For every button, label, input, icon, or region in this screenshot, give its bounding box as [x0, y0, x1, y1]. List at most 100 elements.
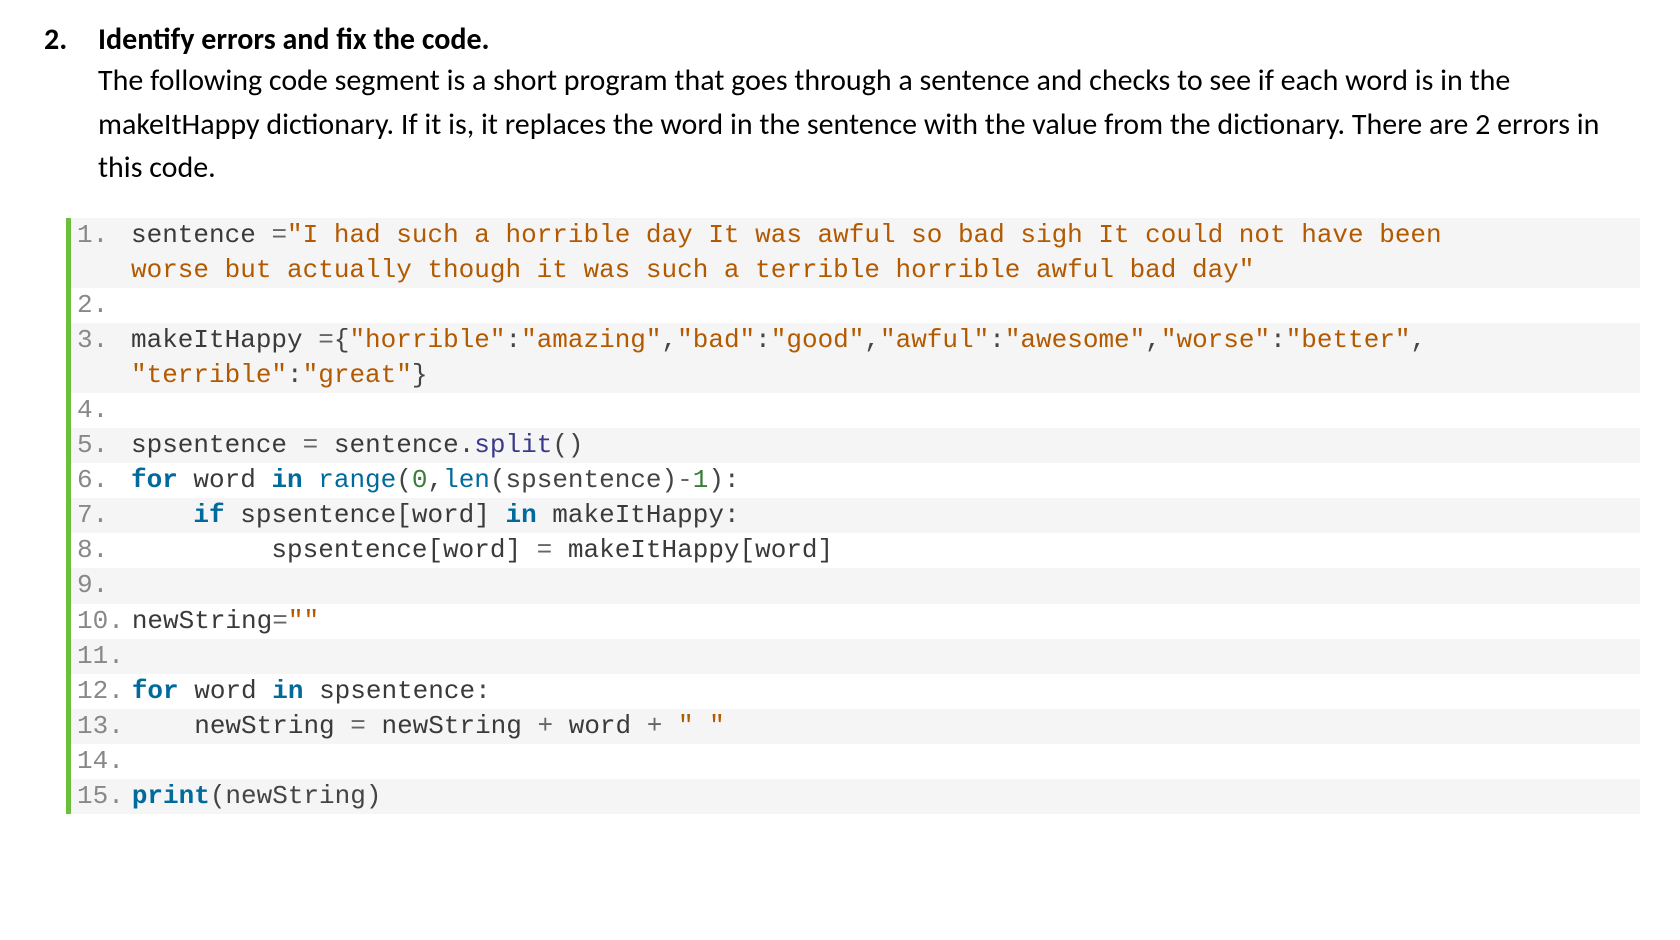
code-content: newString = newString + word + " ": [132, 709, 1640, 744]
code-token: "": [288, 606, 319, 636]
question-body: The following code segment is a short pr…: [98, 59, 1640, 190]
code-token: (: [396, 465, 412, 495]
code-content: spsentence[word] = makeItHappy[word]: [131, 533, 1640, 568]
line-number: 12.: [71, 674, 132, 709]
code-token: (spsentence): [490, 465, 677, 495]
code-token: if: [193, 500, 240, 530]
code-token: spsentence[word]: [131, 535, 537, 565]
code-token: =: [318, 325, 334, 355]
code-line: 1.sentence ="I had such a horrible day I…: [71, 218, 1640, 253]
code-content: [131, 393, 1640, 428]
code-token: spsentence[word]: [240, 500, 505, 530]
code-token: +: [538, 711, 569, 741]
code-token: print: [132, 781, 210, 811]
code-token: range: [318, 465, 396, 495]
line-number: 15.: [71, 779, 132, 814]
code-token: "great": [303, 360, 412, 390]
question-number: 2.: [40, 20, 98, 59]
code-content: worse but actually though it was such a …: [131, 253, 1640, 288]
code-line: 7. if spsentence[word] in makeItHappy:: [71, 498, 1640, 533]
line-number: 11.: [71, 639, 132, 674]
code-content: spsentence = sentence.split(): [131, 428, 1640, 463]
line-number: 4.: [71, 393, 131, 428]
code-token: in: [272, 676, 319, 706]
code-content: for word in range(0,len(spsentence)-1):: [131, 463, 1640, 498]
code-token: ,: [1145, 325, 1161, 355]
code-token: :: [724, 500, 740, 530]
code-line: 6.for word in range(0,len(spsentence)-1)…: [71, 463, 1640, 498]
code-token: [131, 395, 147, 425]
code-content: for word in spsentence:: [132, 674, 1640, 709]
code-token: "horrible": [349, 325, 505, 355]
line-number: 8.: [71, 533, 131, 568]
code-token: (newString): [210, 781, 382, 811]
code-token: "terrible": [131, 360, 287, 390]
code-token: len: [443, 465, 490, 495]
code-line: 9.: [71, 568, 1640, 603]
code-token: [131, 500, 193, 530]
code-token: ,: [1411, 325, 1427, 355]
code-token: in: [505, 500, 552, 530]
code-token: word: [194, 676, 272, 706]
code-line: worse but actually though it was such a …: [71, 253, 1640, 288]
code-token: "bad": [677, 325, 755, 355]
code-token: split: [474, 430, 552, 460]
line-number: 9.: [71, 568, 131, 603]
code-token: ,: [864, 325, 880, 355]
code-content: if spsentence[word] in makeItHappy:: [131, 498, 1640, 533]
code-line: 2.: [71, 288, 1640, 323]
code-content: [132, 744, 1640, 779]
code-token: "worse": [1161, 325, 1270, 355]
line-number: 1.: [71, 218, 131, 253]
code-token: [131, 570, 147, 600]
code-token: 0: [412, 465, 428, 495]
code-token: newString: [381, 711, 537, 741]
code-line: 12.for word in spsentence:: [71, 674, 1640, 709]
line-number: [71, 253, 131, 288]
code-token: "amazing": [521, 325, 661, 355]
code-token: [132, 746, 148, 776]
code-token: [132, 641, 148, 671]
line-number: 2.: [71, 288, 131, 323]
line-number: 6.: [71, 463, 131, 498]
code-line: 4.: [71, 393, 1640, 428]
code-token: +: [647, 711, 678, 741]
code-token: =: [272, 606, 288, 636]
code-line: 10.newString="": [71, 604, 1640, 639]
line-number: [71, 358, 131, 393]
code-token: makeItHappy[word]: [568, 535, 833, 565]
code-token: }: [412, 360, 428, 390]
code-content: print(newString): [132, 779, 1640, 814]
code-line: 8. spsentence[word] = makeItHappy[word]: [71, 533, 1640, 568]
code-token: "better": [1286, 325, 1411, 355]
code-content: [131, 568, 1640, 603]
code-line: 3.makeItHappy ={"horrible":"amazing","ba…: [71, 323, 1640, 358]
code-token: sentence: [334, 430, 459, 460]
code-content: [132, 639, 1640, 674]
code-token: :: [287, 360, 303, 390]
code-token: =: [303, 430, 334, 460]
document-page: 2. Identify errors and fix the code. The…: [0, 0, 1680, 940]
code-token: spsentence: [319, 676, 475, 706]
code-token: :: [989, 325, 1005, 355]
code-token: spsentence: [131, 430, 303, 460]
question-title: Identify errors and fix the code.: [98, 20, 490, 59]
code-token: "good": [771, 325, 865, 355]
code-token: for: [131, 465, 193, 495]
code-content: sentence ="I had such a horrible day It …: [131, 218, 1640, 253]
line-number: 10.: [71, 604, 132, 639]
code-token: :: [755, 325, 771, 355]
code-token: :: [505, 325, 521, 355]
code-token: makeItHappy: [552, 500, 724, 530]
code-token: {: [334, 325, 350, 355]
code-token: makeItHappy: [131, 325, 318, 355]
question-header: 2. Identify errors and fix the code.: [40, 20, 1640, 59]
code-line: 13. newString = newString + word + " ": [71, 709, 1640, 744]
code-token: ):: [708, 465, 739, 495]
code-token: -: [677, 465, 693, 495]
code-token: worse but actually though it was such a …: [131, 255, 1254, 285]
code-content: [131, 288, 1640, 323]
line-number: 5.: [71, 428, 131, 463]
code-token: ,: [427, 465, 443, 495]
code-token: newString: [132, 606, 272, 636]
